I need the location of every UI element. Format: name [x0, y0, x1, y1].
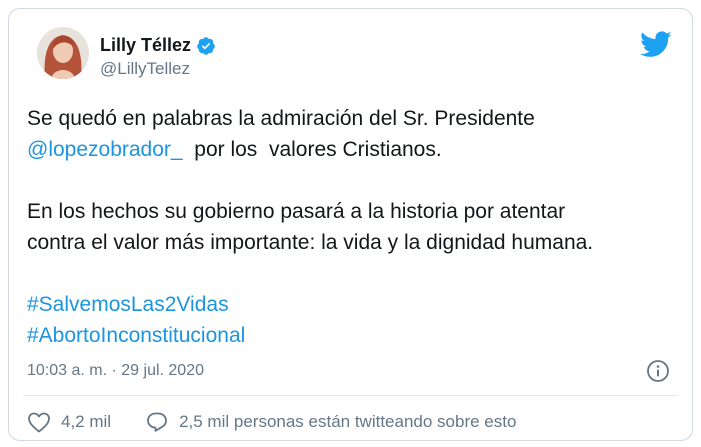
timestamp-row: 10:03 a. m. · 29 jul. 2020 [27, 359, 670, 383]
twitter-logo-icon[interactable] [640, 31, 672, 58]
conversation-text: 2,5 mil personas están twitteando sobre … [179, 412, 517, 431]
divider [23, 395, 678, 396]
conversation-icon [147, 412, 167, 432]
tweet-actions: 4,2 mil 2,5 mil personas están twitteand… [27, 409, 516, 435]
mention-link[interactable]: @lopezobrador_ [27, 138, 183, 161]
tweet-line: @lopezobrador_ por los valores Cristiano… [27, 134, 677, 165]
display-name[interactable]: Lilly Téllez [100, 35, 191, 56]
like-button[interactable]: 4,2 mil [27, 411, 111, 433]
tweet-line-rest: por los valores Cristianos. [182, 138, 442, 161]
tweet-text: Se quedó en palabras la admiración del S… [27, 103, 677, 351]
info-icon[interactable] [646, 359, 670, 383]
hashtag-link[interactable]: #SalvemosLas2Vidas [27, 289, 677, 320]
like-count: 4,2 mil [61, 412, 112, 431]
tweet-card[interactable]: Lilly Téllez @LillyTellez Se quedó en pa… [8, 8, 693, 441]
tweet-line: En los hechos su gobierno pasará a la hi… [27, 200, 566, 223]
verified-icon [196, 36, 216, 56]
tweet-line: contra el valor más importante: la vida … [27, 231, 594, 254]
user-handle[interactable]: @LillyTellez [100, 59, 216, 79]
hashtag-link[interactable]: #AbortoInconstitucional [27, 320, 677, 351]
conversation-button[interactable]: 2,5 mil personas están twitteando sobre … [145, 411, 516, 433]
avatar[interactable] [37, 27, 89, 79]
heart-icon [28, 412, 50, 433]
tweet-line: Se quedó en palabras la admiración del S… [27, 107, 535, 130]
timestamp[interactable]: 10:03 a. m. · 29 jul. 2020 [27, 362, 204, 380]
tweet-header: Lilly Téllez @LillyTellez [27, 21, 674, 93]
